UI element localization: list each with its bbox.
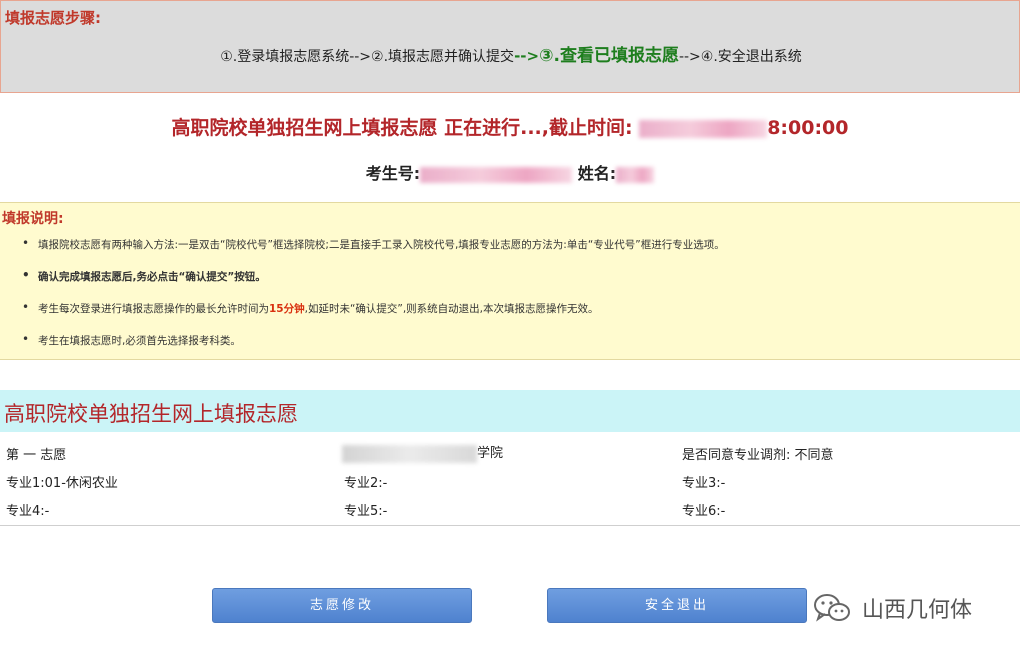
major-3: 专业3:- <box>682 476 726 491</box>
form-title: 高职院校单独招生网上填报志愿 <box>4 402 298 426</box>
instruction-item: 填报院校志愿有两种输入方法:一是双击“院校代号”框选择院校;二是直接手工录入院校… <box>22 236 725 269</box>
major-1: 专业1:01-休闲农业 <box>6 476 118 491</box>
instructions-list: 填报院校志愿有两种输入方法:一是双击“院校代号”框选择院校;二是直接手工录入院校… <box>22 236 725 365</box>
safe-logout-button[interactable]: 安全退出 <box>547 588 807 623</box>
major-2: 专业2:- <box>344 476 388 491</box>
watermark: 山西几何体 <box>812 590 1012 626</box>
major-6: 专业6:- <box>682 504 726 519</box>
banner-time: 8:00:00 <box>767 117 849 139</box>
time-limit: 15分钟 <box>269 303 305 315</box>
instruction-text: 考生每次登录进行填报志愿操作的最长允许时间为 <box>38 303 269 315</box>
major-5: 专业5:- <box>344 504 388 519</box>
step-3-current: ③.查看已填报志愿 <box>539 46 679 66</box>
form-header: 高职院校单独招生网上填报志愿 <box>0 390 1020 432</box>
steps-panel: 填报志愿步骤: ①.登录填报志愿系统-->②.填报志愿并确认提交-->③.查看已… <box>0 0 1020 93</box>
student-info: 考生号: 姓名: <box>0 160 1020 184</box>
step-arrow: --> <box>514 47 540 65</box>
school-cell: 学院 <box>342 442 503 463</box>
major-4: 专业4:- <box>6 504 50 519</box>
instruction-item: 考生每次登录进行填报志愿操作的最长允许时间为15分钟,如延时未“确认提交”,则系… <box>22 300 725 333</box>
redacted-school <box>342 444 477 463</box>
choice-label: 第 一 志愿 <box>6 448 67 463</box>
step-4: -->④.安全退出系统 <box>678 49 802 65</box>
instruction-item: 确认完成填报志愿后,务必点击“确认提交”按钮。 <box>22 268 725 301</box>
student-id-label: 考生号: <box>365 164 421 183</box>
watermark-text: 山西几何体 <box>862 598 973 623</box>
modify-choice-button[interactable]: 志愿修改 <box>212 588 472 623</box>
redacted-student-id <box>420 166 573 183</box>
instructions-title: 填报说明: <box>2 211 64 227</box>
steps-line: ①.登录填报志愿系统-->②.填报志愿并确认提交-->③.查看已填报志愿-->④… <box>1 41 1020 66</box>
deadline-banner: 高职院校单独招生网上填报志愿 正在进行...,截止时间: 8:00:00 <box>0 113 1020 140</box>
choice-table: 第 一 志愿 学院 是否同意专业调剂: 不同意 专业1:01-休闲农业 专业2:… <box>0 438 1020 526</box>
student-name-label: 姓名: <box>577 164 617 183</box>
banner-text: 高职院校单独招生网上填报志愿 正在进行...,截止时间: <box>171 117 633 139</box>
redacted-date <box>639 119 768 138</box>
step-1: ①.登录填报志愿系统--> <box>220 49 372 65</box>
redacted-student-name <box>616 166 655 183</box>
school-suffix: 学院 <box>477 446 504 461</box>
steps-title: 填报志愿步骤: <box>5 9 101 27</box>
step-2: ②.填报志愿并确认提交 <box>371 49 515 65</box>
instruction-item: 考生在填报志愿时,必须首先选择报考科类。 <box>22 332 725 365</box>
wechat-icon <box>812 592 852 624</box>
instruction-text: ,如延时未“确认提交”,则系统自动退出,本次填报志愿操作无效。 <box>304 303 599 315</box>
adjust-option: 是否同意专业调剂: 不同意 <box>682 448 834 463</box>
instructions-panel: 填报说明: 填报院校志愿有两种输入方法:一是双击“院校代号”框选择院校;二是直接… <box>0 202 1020 360</box>
